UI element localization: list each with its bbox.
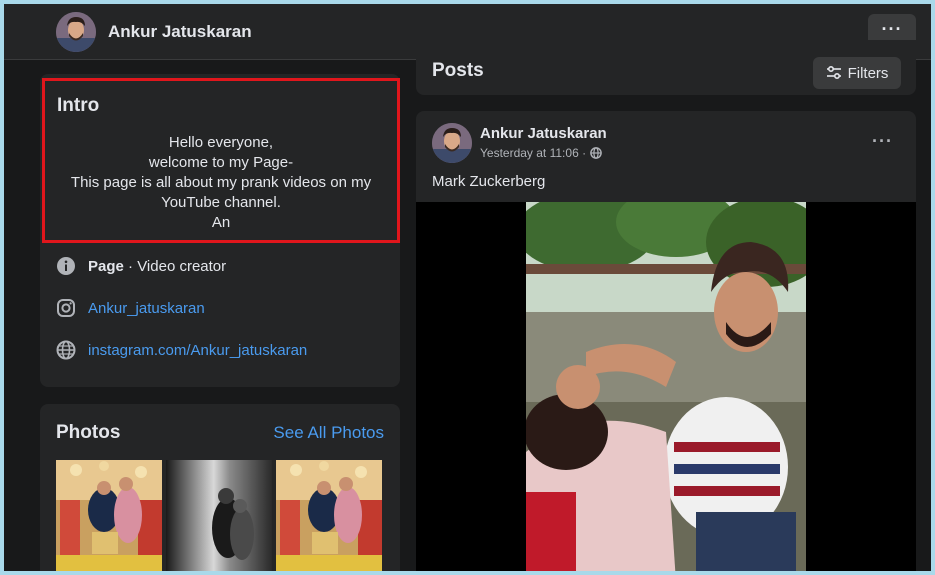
posts-title: Posts [432,60,484,81]
profile-avatar[interactable] [56,12,96,52]
bio-line: An [211,214,231,231]
filters-label: Filters [847,64,889,82]
instagram-icon [56,298,76,318]
post-video[interactable] [416,202,916,571]
photos-title: Photos [56,422,121,443]
globe-icon [56,340,76,360]
post-author-avatar[interactable] [432,123,472,163]
photos-card: Photos See All Photos [40,404,400,571]
bio-line: welcome to my Page- [148,154,294,171]
photo-thumbnail[interactable] [56,460,162,571]
instagram-link[interactable]: Ankur_jatuskaran [88,300,205,317]
video-frame[interactable] [526,202,806,571]
filters-icon [826,65,841,80]
post-time-text[interactable]: Yesterday at 11:06 · [480,146,586,160]
page-name[interactable]: Ankur Jatuskaran [108,22,252,42]
photo-thumbnail[interactable] [276,460,382,571]
info-instagram-row: Ankur_jatuskaran [56,297,205,319]
post-card: Ankur Jatuskaran Yesterday at 11:06 · ··… [416,111,916,571]
app-window: Ankur Jatuskaran ··· Page · Video creato… [4,4,931,571]
website-link[interactable]: instagram.com/Ankur_jatuskaran [88,342,307,359]
post-more-options-button[interactable]: ··· [872,131,893,152]
bio-line: YouTube channel. [161,194,281,211]
intro-bio: Hello everyone, welcome to my Page- This… [45,133,397,233]
filters-button[interactable]: Filters [813,57,901,89]
globe-icon [590,147,602,159]
post-timestamp: Yesterday at 11:06 · [480,146,602,160]
info-category-row: Page · Video creator [56,255,226,277]
post-text: Mark Zuckerberg [432,173,546,190]
photo-thumbnail[interactable] [166,460,272,571]
posts-header: Posts Filters [416,40,916,95]
info-website-row: instagram.com/Ankur_jatuskaran [56,339,307,361]
post-author-name[interactable]: Ankur Jatuskaran [480,125,607,142]
intro-highlight-box: Intro Hello everyone, welcome to my Page… [42,78,400,243]
category-text: Page · Video creator [88,257,227,275]
intro-title: Intro [57,95,100,116]
info-icon [56,256,76,276]
see-all-photos-link[interactable]: See All Photos [273,423,384,443]
bio-line: Hello everyone, [168,134,274,151]
bio-line: This page is all about my prank videos o… [70,174,372,191]
